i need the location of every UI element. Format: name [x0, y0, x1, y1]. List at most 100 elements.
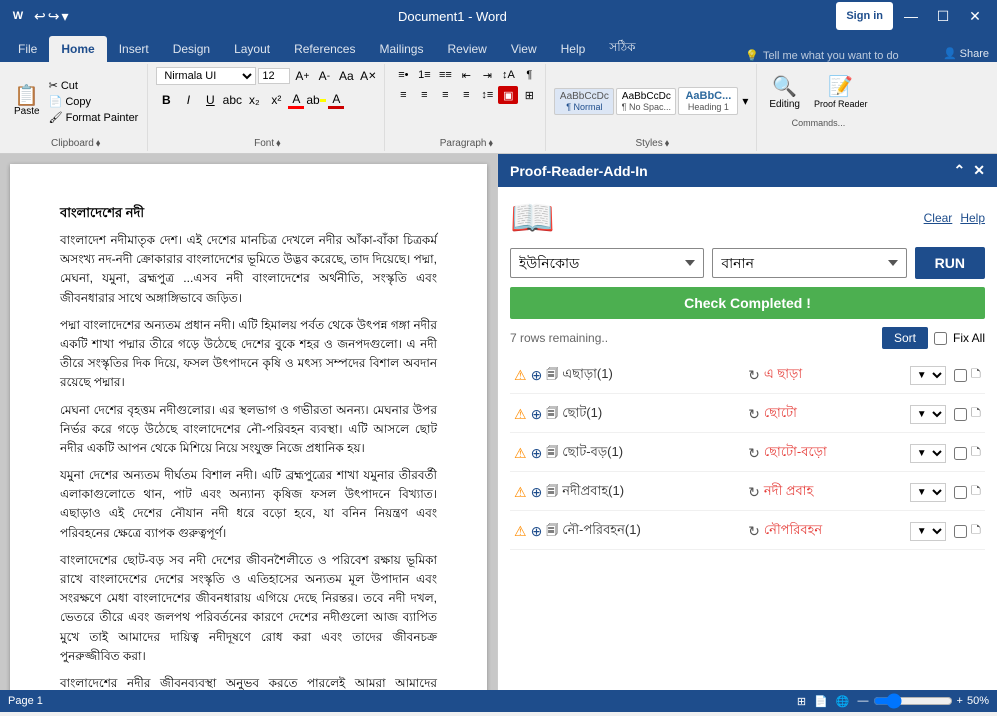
- refresh-icon-4[interactable]: ↻: [748, 484, 760, 501]
- refresh-icon-3[interactable]: ↻: [748, 445, 760, 462]
- tab-sothik[interactable]: সঠিক: [597, 36, 647, 62]
- line-spacing-button[interactable]: ↕≡: [477, 86, 497, 104]
- plus-icon-2[interactable]: ⊕: [531, 406, 543, 423]
- copy-icon-3[interactable]: 🗅: [971, 441, 981, 465]
- font-expand-icon[interactable]: ⬧: [276, 138, 281, 149]
- undo-btn[interactable]: ↩: [34, 8, 46, 25]
- view-icon-read[interactable]: 📄: [814, 695, 828, 708]
- increase-indent-button[interactable]: ⇥: [477, 66, 497, 84]
- font-size-input[interactable]: [258, 68, 290, 84]
- view-icon-print[interactable]: ⊞: [797, 695, 806, 708]
- issue-checkbox-3[interactable]: [954, 447, 967, 460]
- clear-formatting-button[interactable]: A✕: [358, 66, 378, 86]
- text-highlight-button[interactable]: ab: [306, 90, 326, 110]
- copy-icon-4[interactable]: 🗅: [971, 480, 981, 504]
- signin-button[interactable]: Sign in: [836, 2, 893, 30]
- clipboard-expand-icon[interactable]: ⬧: [96, 138, 101, 149]
- font-increase-button[interactable]: A+: [292, 66, 312, 86]
- plus-icon-5[interactable]: ⊕: [531, 523, 543, 540]
- sort-button[interactable]: ↕A: [498, 66, 518, 84]
- refresh-icon-5[interactable]: ↻: [748, 523, 760, 540]
- cut-button[interactable]: ✂ Cut: [46, 78, 142, 93]
- issue-checkbox-1[interactable]: [954, 369, 967, 382]
- editing-button[interactable]: 🔍 Editing: [765, 70, 804, 114]
- tab-home[interactable]: Home: [49, 36, 106, 62]
- plus-icon-3[interactable]: ⊕: [531, 445, 543, 462]
- proof-reader-button[interactable]: 📝 Proof Reader: [810, 70, 872, 114]
- align-center-button[interactable]: ≡: [414, 86, 434, 104]
- maximize-button[interactable]: ☐: [929, 2, 957, 30]
- banan-select[interactable]: বানান: [712, 248, 906, 278]
- tab-insert[interactable]: Insert: [107, 36, 161, 62]
- view-icon-web[interactable]: 🌐: [836, 695, 850, 708]
- style-no-spacing-button[interactable]: AaBbCcDc ¶ No Spac...: [616, 88, 676, 115]
- plus-icon-1[interactable]: ⊕: [531, 367, 543, 384]
- superscript-button[interactable]: x²: [266, 90, 286, 110]
- share-button[interactable]: 👤 Share: [935, 45, 997, 62]
- tab-references[interactable]: References: [282, 36, 367, 62]
- paragraph-expand-icon[interactable]: ⬧: [488, 138, 493, 149]
- close-button[interactable]: ✕: [961, 2, 989, 30]
- panel-close-button[interactable]: ✕: [973, 162, 985, 179]
- style-heading1-button[interactable]: AaBbC... Heading 1: [678, 87, 738, 115]
- panel-collapse-button[interactable]: ⌃: [954, 162, 966, 179]
- multilevel-button[interactable]: ≡≡: [435, 66, 455, 84]
- bullets-button[interactable]: ≡•: [393, 66, 413, 84]
- font-decrease-button[interactable]: A-: [314, 66, 334, 86]
- align-left-button[interactable]: ≡: [393, 86, 413, 104]
- issue-dropdown-3[interactable]: ▼: [910, 444, 946, 463]
- paste-button[interactable]: 📋 Paste: [10, 84, 44, 119]
- zoom-out-button[interactable]: —: [858, 695, 869, 707]
- issue-dropdown-5[interactable]: ▼: [910, 522, 946, 541]
- minimize-button[interactable]: —: [897, 2, 925, 30]
- issue-dropdown-2[interactable]: ▼: [910, 405, 946, 424]
- run-button[interactable]: RUN: [915, 247, 985, 279]
- tab-design[interactable]: Design: [161, 36, 222, 62]
- align-right-button[interactable]: ≡: [435, 86, 455, 104]
- show-marks-button[interactable]: ¶: [519, 66, 539, 84]
- underline-button[interactable]: U: [200, 90, 220, 110]
- justify-button[interactable]: ≡: [456, 86, 476, 104]
- format-painter-button[interactable]: 🖌 Format Painter: [46, 110, 142, 125]
- tab-layout[interactable]: Layout: [222, 36, 282, 62]
- subscript-button[interactable]: x₂: [244, 90, 264, 110]
- tab-review[interactable]: Review: [435, 36, 498, 62]
- bold-button[interactable]: B: [156, 90, 176, 110]
- styles-expand-arrow[interactable]: ▾: [740, 94, 750, 108]
- zoom-level[interactable]: 50%: [967, 695, 989, 707]
- font-color-button[interactable]: A: [288, 92, 304, 109]
- unicode-select[interactable]: ইউনিকোড: [510, 248, 704, 278]
- sort-button[interactable]: Sort: [882, 327, 928, 349]
- tab-view[interactable]: View: [499, 36, 549, 62]
- refresh-icon-1[interactable]: ↻: [748, 367, 760, 384]
- tab-file[interactable]: File: [6, 36, 49, 62]
- fix-all-checkbox[interactable]: [934, 332, 947, 345]
- quick-access-dropdown[interactable]: ▾: [61, 8, 68, 25]
- copy-icon-2[interactable]: 🗅: [971, 402, 981, 426]
- tab-mailings[interactable]: Mailings: [367, 36, 435, 62]
- decrease-indent-button[interactable]: ⇤: [456, 66, 476, 84]
- tell-me-input[interactable]: [763, 50, 923, 62]
- refresh-icon-2[interactable]: ↻: [748, 406, 760, 423]
- styles-expand-icon[interactable]: ⬧: [665, 138, 670, 149]
- italic-button[interactable]: I: [178, 90, 198, 110]
- issue-checkbox-5[interactable]: [954, 525, 967, 538]
- shading-para-button[interactable]: ▣: [498, 86, 518, 104]
- copy-icon-5[interactable]: 🗅: [971, 519, 981, 543]
- issue-checkbox-4[interactable]: [954, 486, 967, 499]
- zoom-slider[interactable]: [873, 693, 953, 709]
- strikethrough-button[interactable]: abc: [222, 90, 242, 110]
- tab-help[interactable]: Help: [549, 36, 598, 62]
- issue-dropdown-1[interactable]: ▼: [910, 366, 946, 385]
- copy-button[interactable]: 📄 Copy: [46, 94, 142, 109]
- plus-icon-4[interactable]: ⊕: [531, 484, 543, 501]
- issue-dropdown-4[interactable]: ▼: [910, 483, 946, 502]
- shading-button[interactable]: A: [328, 92, 344, 109]
- redo-btn[interactable]: ↪: [48, 8, 60, 25]
- issue-checkbox-2[interactable]: [954, 408, 967, 421]
- borders-button[interactable]: ⊞: [519, 86, 539, 104]
- style-normal-button[interactable]: AaBbCcDc ¶ Normal: [554, 88, 614, 115]
- font-name-select[interactable]: Nirmala UI: [156, 67, 256, 85]
- help-link[interactable]: Help: [960, 211, 985, 225]
- clear-link[interactable]: Clear: [924, 211, 953, 225]
